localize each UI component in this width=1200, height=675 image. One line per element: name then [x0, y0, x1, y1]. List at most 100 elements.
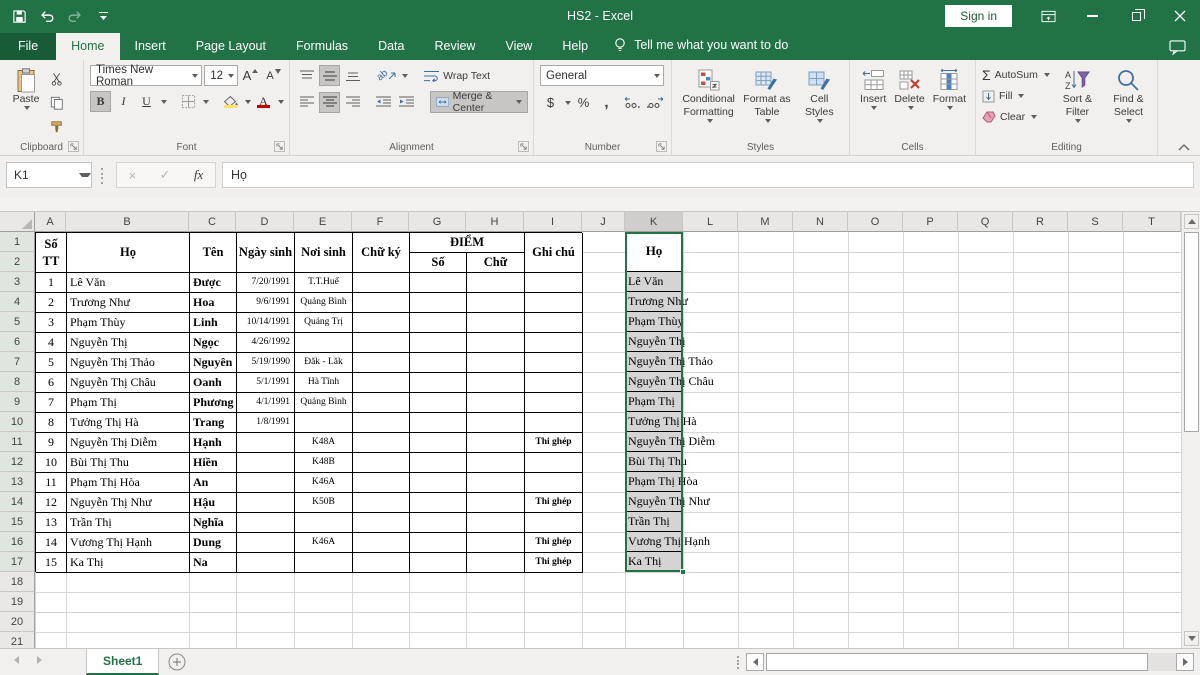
row-header-10[interactable]: 10	[0, 412, 35, 432]
comment-icon[interactable]	[1169, 40, 1186, 55]
cell-A4[interactable]: 2	[36, 293, 67, 313]
align-top-icon[interactable]	[296, 65, 317, 86]
cell-E5[interactable]: Quảng Trị	[295, 313, 353, 333]
cell-G13[interactable]	[410, 473, 467, 493]
cell-G14[interactable]	[410, 493, 467, 513]
cell-B8[interactable]: Nguyễn Thị Châu	[67, 373, 190, 393]
cell-E14[interactable]: K50B	[295, 493, 353, 513]
cell-E17[interactable]	[295, 553, 353, 573]
copy-icon[interactable]	[46, 92, 67, 113]
column-header-G[interactable]: G	[409, 212, 466, 232]
row-header-17[interactable]: 17	[0, 552, 35, 572]
cell-F9[interactable]	[353, 393, 410, 413]
insert-function-icon[interactable]: fx	[194, 167, 203, 183]
cell-H14[interactable]	[467, 493, 525, 513]
column-header-E[interactable]: E	[294, 212, 352, 232]
grow-font-button[interactable]: A	[240, 65, 261, 86]
row-header-19[interactable]: 19	[0, 592, 35, 612]
cell-G3[interactable]	[410, 273, 467, 293]
horizontal-scrollbar-thumb[interactable]	[766, 653, 1148, 671]
cell-C9[interactable]: Phương	[190, 393, 237, 413]
cell-I11[interactable]: Thi ghép	[525, 433, 583, 453]
cell-D17[interactable]	[237, 553, 295, 573]
cell-H11[interactable]	[467, 433, 525, 453]
cell-F17[interactable]	[353, 553, 410, 573]
insert-cells-button[interactable]: Insert	[856, 65, 890, 138]
cell-I8[interactable]	[525, 373, 583, 393]
cell-B9[interactable]: Phạm Thị	[67, 393, 190, 413]
cell-B16[interactable]: Vương Thị Hạnh	[67, 533, 190, 553]
cell-E8[interactable]: Hà Tĩnh	[295, 373, 353, 393]
undo-icon[interactable]	[38, 7, 56, 25]
cell-B7[interactable]: Nguyễn Thị Thảo	[67, 353, 190, 373]
cell-K17[interactable]: Ka Thị	[625, 552, 683, 572]
cell-G12[interactable]	[410, 453, 467, 473]
row-header-5[interactable]: 5	[0, 312, 35, 332]
vertical-scrollbar[interactable]	[1181, 212, 1200, 648]
cell-I17[interactable]: Thi ghép	[525, 553, 583, 573]
merge-center-button[interactable]: Merge & Center	[430, 91, 528, 113]
cell-D11[interactable]	[237, 433, 295, 453]
cell-C15[interactable]: Nghĩa	[190, 513, 237, 533]
cell-H4[interactable]	[467, 293, 525, 313]
clear-button[interactable]: Clear	[982, 107, 1050, 127]
cell-H10[interactable]	[467, 413, 525, 433]
underline-button[interactable]: U	[136, 91, 157, 112]
column-header-O[interactable]: O	[848, 212, 903, 232]
cell-G5[interactable]	[410, 313, 467, 333]
percent-button[interactable]: %	[573, 92, 594, 113]
name-box[interactable]: K1	[6, 162, 92, 188]
cell-A15[interactable]: 13	[36, 513, 67, 533]
tab-view[interactable]: View	[490, 33, 547, 60]
clipboard-dialog-launcher-icon[interactable]	[68, 141, 79, 152]
cancel-icon[interactable]: ×	[129, 168, 137, 183]
column-header-N[interactable]: N	[793, 212, 848, 232]
row-header-20[interactable]: 20	[0, 612, 35, 632]
tab-data[interactable]: Data	[363, 33, 419, 60]
tab-review[interactable]: Review	[419, 33, 490, 60]
cell-C6[interactable]: Ngọc	[190, 333, 237, 353]
borders-caret[interactable]	[203, 100, 209, 104]
cell-E4[interactable]: Quảng Bình	[295, 293, 353, 313]
currency-button[interactable]: $	[540, 92, 561, 113]
cell-F8[interactable]	[353, 373, 410, 393]
row-header-14[interactable]: 14	[0, 492, 35, 512]
cell-C11[interactable]: Hạnh	[190, 433, 237, 453]
align-middle-icon[interactable]	[319, 65, 340, 86]
borders-button[interactable]	[178, 91, 199, 112]
column-header-M[interactable]: M	[738, 212, 793, 232]
cell-G11[interactable]	[410, 433, 467, 453]
wrap-text-button[interactable]: Wrap Text	[424, 66, 490, 86]
cell-H16[interactable]	[467, 533, 525, 553]
row-header-3[interactable]: 3	[0, 272, 35, 292]
cell-K4[interactable]: Trương Như	[625, 292, 683, 312]
cell-F10[interactable]	[353, 413, 410, 433]
cell-D12[interactable]	[237, 453, 295, 473]
cut-icon[interactable]	[46, 68, 67, 89]
cell-I4[interactable]	[525, 293, 583, 313]
cell-B15[interactable]: Trần Thị	[67, 513, 190, 533]
cell-G6[interactable]	[410, 333, 467, 353]
cell-B6[interactable]: Nguyễn Thị	[67, 333, 190, 353]
cell-D4[interactable]: 9/6/1991	[237, 293, 295, 313]
cell-I7[interactable]	[525, 353, 583, 373]
cell-C5[interactable]: Linh	[190, 313, 237, 333]
cell-A9[interactable]: 7	[36, 393, 67, 413]
column-header-C[interactable]: C	[189, 212, 236, 232]
cell-B1[interactable]: Họ	[67, 233, 190, 273]
delete-cells-button[interactable]: Delete	[890, 65, 928, 138]
column-header-L[interactable]: L	[683, 212, 738, 232]
comma-style-button[interactable]: ,	[596, 92, 617, 113]
cell-H2[interactable]: Chữ	[467, 253, 525, 273]
cell-F7[interactable]	[353, 353, 410, 373]
cell-F3[interactable]	[353, 273, 410, 293]
column-header-D[interactable]: D	[236, 212, 294, 232]
orientation-button[interactable]: ab	[375, 65, 398, 86]
minimize-button[interactable]	[1072, 0, 1112, 32]
cell-D15[interactable]	[237, 513, 295, 533]
cell-K9[interactable]: Phạm Thị	[625, 392, 683, 412]
cell-G8[interactable]	[410, 373, 467, 393]
row-header-12[interactable]: 12	[0, 452, 35, 472]
italic-button[interactable]: I	[113, 91, 134, 112]
cell-F14[interactable]	[353, 493, 410, 513]
